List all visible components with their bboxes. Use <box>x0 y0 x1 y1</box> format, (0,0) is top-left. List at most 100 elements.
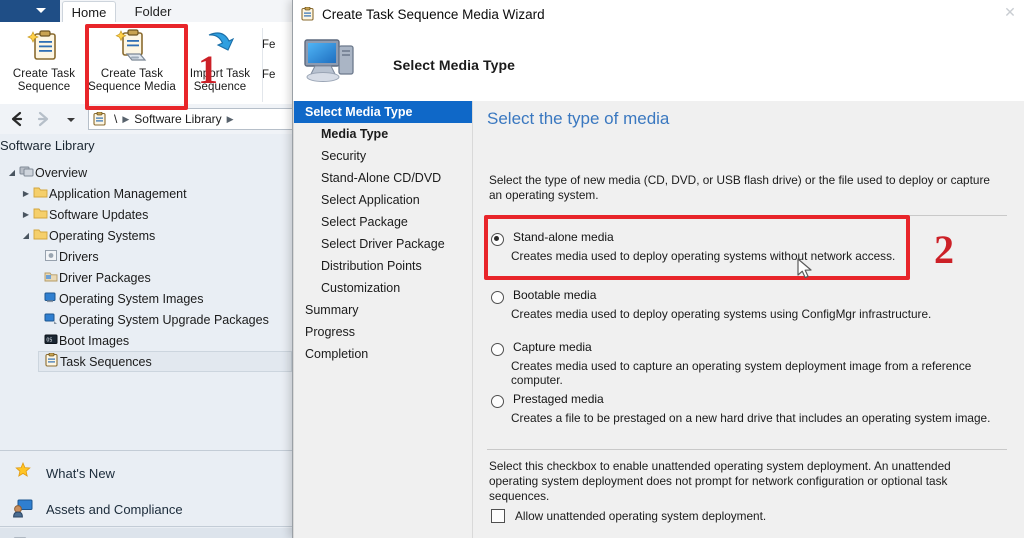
tree-item-task-sequences[interactable]: Task Sequences <box>38 351 292 372</box>
prestaged-media-option[interactable]: Prestaged media Creates a file to be pre… <box>491 393 1001 425</box>
history-dropdown-button[interactable] <box>60 109 82 129</box>
step-label: Distribution Points <box>321 259 422 273</box>
twisty-open-icon[interactable]: ◢ <box>6 168 18 177</box>
navigation-tree-pane: Software Library ◢ Overview ▶ Applicatio… <box>0 134 292 538</box>
folder-icon-3 <box>32 228 49 244</box>
workspace-software-library[interactable]: Software Library <box>0 528 292 538</box>
tab-home-label: Home <box>71 5 107 20</box>
import-task-sequence-button[interactable]: Import Task Sequence <box>176 26 264 93</box>
step-label: Select Driver Package <box>321 237 445 251</box>
wizard-step-select-package[interactable]: Select Package <box>293 211 472 233</box>
wizard-step-select-application[interactable]: Select Application <box>293 189 472 211</box>
tree-item-operating-system-upgrade-packages-label: Operating System Upgrade Packages <box>59 312 269 327</box>
twisty-closed-icon[interactable]: ▶ <box>20 189 32 198</box>
radio-stand-alone-media[interactable] <box>491 233 504 246</box>
step-label: Select Application <box>321 193 420 207</box>
tree-item-operating-system-upgrade-packages[interactable]: Operating System Upgrade Packages <box>42 309 269 330</box>
create-task-sequence-button[interactable]: Create Task Sequence <box>0 26 88 93</box>
annotation-number-1: 1 <box>198 47 218 92</box>
boot-images-icon: OS <box>42 333 59 349</box>
tree-item-operating-systems[interactable]: ◢ Operating Systems <box>20 225 155 246</box>
workspace-assets-and-compliance[interactable]: Assets and Compliance <box>0 491 292 527</box>
twisty-open-icon-2[interactable]: ◢ <box>20 231 32 240</box>
wizard-step-stand-alone-cd-dvd[interactable]: Stand-Alone CD/DVD <box>293 167 472 189</box>
wizard-step-summary[interactable]: Summary <box>293 299 472 321</box>
step-label: Stand-Alone CD/DVD <box>321 171 442 185</box>
tab-folder[interactable]: Folder <box>122 1 184 23</box>
tree-item-operating-system-images[interactable]: Operating System Images <box>42 288 204 309</box>
workspace-whats-new[interactable]: What's New <box>0 455 292 491</box>
address-bar: \ ▶ Software Library ▶ <box>0 104 292 135</box>
driver-packages-icon <box>42 270 59 286</box>
radio-prestaged-media[interactable] <box>491 395 504 408</box>
breadcrumb-software-library[interactable]: Software Library <box>134 112 221 126</box>
create-task-sequence-media-button[interactable]: Create Task Sequence Media <box>88 26 176 93</box>
radio-capture-media[interactable] <box>491 343 504 356</box>
quick-access-toolbar[interactable] <box>0 0 60 22</box>
os-images-icon <box>42 291 59 307</box>
stand-alone-media-option[interactable]: Stand-alone media Creates media used to … <box>491 231 1001 263</box>
step-label: Customization <box>321 281 401 295</box>
task-sequence-media-icon <box>301 6 316 22</box>
step-label: Security <box>321 149 367 163</box>
wizard-step-select-media-type[interactable]: Select Media Type <box>293 101 472 123</box>
configmgr-console: Home Folder Create Task Sequence Create … <box>0 0 292 538</box>
annotation-number-2: 2 <box>934 227 954 272</box>
computer-icon <box>301 34 363 95</box>
section-divider-top <box>487 215 1007 216</box>
tree-item-software-updates-label: Software Updates <box>49 207 149 222</box>
radio-bootable-media[interactable] <box>491 291 504 304</box>
wizard-step-progress[interactable]: Progress <box>293 321 472 343</box>
twisty-closed-icon-2[interactable]: ▶ <box>20 210 32 219</box>
tree-item-boot-images[interactable]: OS Boot Images <box>42 330 129 351</box>
tree-item-software-updates[interactable]: ▶ Software Updates <box>20 204 148 225</box>
tree-item-overview[interactable]: ◢ Overview <box>6 162 87 183</box>
tree-item-driver-packages-label: Driver Packages <box>59 270 151 285</box>
step-label: Select Package <box>321 215 408 229</box>
tree-pane-title: Software Library <box>0 138 95 153</box>
chevron-down-icon[interactable] <box>36 8 46 13</box>
forward-button[interactable] <box>32 109 54 129</box>
create-task-sequence-media-label-2: Sequence Media <box>88 80 176 93</box>
close-icon[interactable]: ✕ <box>999 2 1021 22</box>
tree-item-drivers-label: Drivers <box>59 249 99 264</box>
create-task-sequence-media-wizard: Create Task Sequence Media Wizard ✕ Sele… <box>292 0 1024 538</box>
breadcrumb-root[interactable]: \ <box>114 112 117 126</box>
back-button[interactable] <box>6 109 28 129</box>
bootable-media-label: Bootable media <box>513 288 597 302</box>
tree-item-drivers[interactable]: Drivers <box>42 246 99 267</box>
tree-item-driver-packages[interactable]: Driver Packages <box>42 267 151 288</box>
wizard-page-content: Select the type of media Select the type… <box>473 101 1024 538</box>
os-upgrade-packages-icon <box>42 312 59 328</box>
wizard-header-title: Select Media Type <box>393 56 516 73</box>
wizard-title: Create Task Sequence Media Wizard <box>322 6 545 22</box>
step-label: Progress <box>305 325 356 339</box>
allow-unattended-checkbox-label: Allow unattended operating system deploy… <box>515 509 767 523</box>
wizard-step-media-type[interactable]: Media Type <box>293 123 472 145</box>
create-task-sequence-label-2: Sequence <box>17 80 71 93</box>
tree-item-operating-systems-label: Operating Systems <box>49 228 156 243</box>
wizard-step-security[interactable]: Security <box>293 145 472 167</box>
wizard-step-customization[interactable]: Customization <box>293 277 472 299</box>
wizard-step-completion[interactable]: Completion <box>293 343 472 365</box>
wizard-step-nav: Select Media Type Media Type Security St… <box>293 101 473 538</box>
prestaged-media-description: Creates a file to be prestaged on a new … <box>511 411 991 425</box>
stand-alone-media-label: Stand-alone media <box>513 230 614 244</box>
ribbon-tab-bar: Home Folder <box>0 0 292 24</box>
capture-media-option[interactable]: Capture media Creates media used to capt… <box>491 341 1001 387</box>
tab-home[interactable]: Home <box>62 1 116 24</box>
capture-media-label: Capture media <box>513 340 592 354</box>
create-task-sequence-media-label-1: Create Task <box>100 68 164 80</box>
create-task-sequence-icon <box>0 26 88 66</box>
folder-icon <box>32 186 49 202</box>
wizard-step-select-driver-package[interactable]: Select Driver Package <box>293 233 472 255</box>
bootable-media-option[interactable]: Bootable media Creates media used to dep… <box>491 289 1001 321</box>
create-task-sequence-media-icon <box>88 26 176 66</box>
allow-unattended-checkbox-row[interactable]: Allow unattended operating system deploy… <box>491 509 766 523</box>
wizard-step-distribution-points[interactable]: Distribution Points <box>293 255 472 277</box>
section-divider-bottom <box>487 449 1007 450</box>
tree-item-operating-system-images-label: Operating System Images <box>59 291 204 306</box>
address-path-box[interactable]: \ ▶ Software Library ▶ <box>88 108 292 130</box>
allow-unattended-checkbox[interactable] <box>491 509 505 523</box>
tree-item-application-management[interactable]: ▶ Application Management <box>20 183 187 204</box>
